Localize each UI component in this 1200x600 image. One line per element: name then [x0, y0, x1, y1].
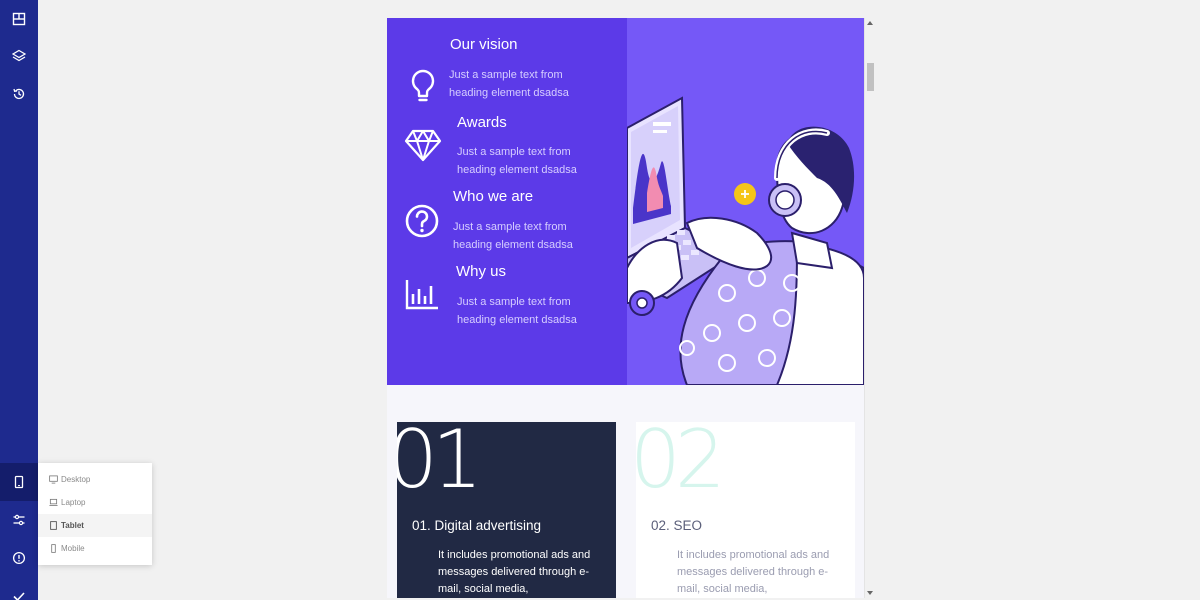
history-icon — [13, 88, 25, 100]
scroll-up-arrow-icon[interactable] — [867, 21, 873, 25]
laptop-icon — [49, 498, 58, 506]
device-option-label: Desktop — [61, 475, 91, 484]
device-option-label: Laptop — [61, 498, 86, 507]
layout-button[interactable] — [0, 0, 38, 38]
mobile-icon — [51, 544, 56, 553]
hero-illustration — [627, 18, 864, 385]
device-option-tablet[interactable]: Tablet — [38, 514, 152, 537]
scroll-thumb[interactable] — [867, 63, 874, 91]
tablet-icon — [50, 521, 57, 530]
publish-button[interactable] — [0, 577, 38, 600]
device-dropdown: Desktop Laptop Tablet Mobile — [38, 463, 152, 565]
history-button[interactable] — [0, 75, 38, 113]
feature-item: Why us Just a sample text from heading e… — [387, 263, 627, 338]
scroll-down-arrow-icon[interactable] — [867, 591, 873, 595]
feature-title: Who we are — [453, 188, 534, 205]
service-text: It includes promotional ads and messages… — [677, 549, 830, 595]
device-option-label: Mobile — [61, 544, 85, 553]
device-option-mobile[interactable]: Mobile — [38, 537, 152, 560]
settings-button[interactable] — [0, 501, 38, 539]
feature-text: Just a sample text from heading element … — [449, 69, 569, 99]
feature-text: Just a sample text from heading element … — [457, 296, 577, 326]
responsive-mode-button[interactable] — [0, 463, 38, 501]
desktop-icon — [49, 475, 58, 484]
page-canvas[interactable]: Our vision Just a sample text from headi… — [387, 18, 864, 598]
diamond-icon — [404, 129, 442, 162]
layers-button[interactable] — [0, 37, 38, 75]
feature-title: Awards — [457, 114, 507, 131]
feature-list: Our vision Just a sample text from headi… — [387, 18, 627, 385]
info-icon — [12, 551, 26, 565]
service-card: 02 02. SEO It includes promotional ads a… — [636, 422, 855, 598]
device-option-label: Tablet — [61, 521, 84, 530]
service-card: 01 01. Digital advertising It includes p… — [397, 422, 616, 598]
feature-text: Just a sample text from heading element … — [453, 221, 573, 251]
feature-text: Just a sample text from heading element … — [457, 146, 577, 176]
service-title: 02. SEO — [651, 518, 703, 533]
feature-item: Who we are Just a sample text from headi… — [387, 188, 627, 263]
info-button[interactable] — [0, 539, 38, 577]
canvas-scrollbar[interactable] — [864, 18, 876, 598]
service-text: It includes promotional ads and messages… — [438, 549, 591, 595]
service-number: 02 — [636, 422, 726, 506]
service-title: 01. Digital advertising — [412, 518, 542, 533]
builder-sidebar — [0, 0, 38, 600]
device-option-desktop[interactable]: Desktop — [38, 468, 152, 491]
feature-item: Our vision Just a sample text from headi… — [387, 36, 627, 111]
layers-icon — [12, 49, 26, 62]
device-option-laptop[interactable]: Laptop — [38, 491, 152, 514]
device-icon — [14, 475, 24, 489]
feature-title: Why us — [456, 263, 507, 280]
feature-item: Awards Just a sample text from heading e… — [387, 112, 627, 187]
bar-chart-icon — [405, 280, 438, 310]
check-icon — [13, 592, 25, 600]
feature-title: Our vision — [450, 36, 518, 53]
lightbulb-icon — [411, 69, 435, 102]
layout-icon — [12, 12, 26, 26]
service-number: 01 — [397, 422, 483, 506]
settings-sliders-icon — [13, 514, 25, 526]
developer-illustration — [627, 96, 864, 385]
question-icon — [405, 204, 439, 238]
